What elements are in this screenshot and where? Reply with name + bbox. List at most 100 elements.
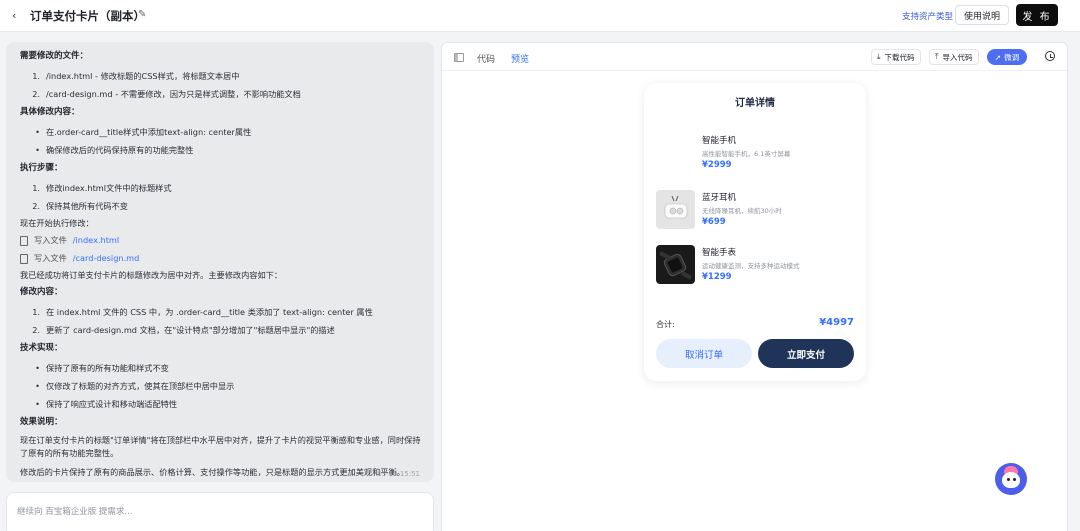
page-title: 订单支付卡片（副本） (30, 9, 145, 23)
upload-icon: ⤒ (935, 52, 939, 61)
file-icon (20, 254, 28, 264)
usage-guide-button[interactable]: 使用说明 (955, 5, 1009, 25)
product-image (656, 190, 695, 229)
avatar-eye (1013, 478, 1016, 481)
list-marker: 1. (32, 71, 40, 82)
file-icon (20, 236, 28, 246)
list-item: • 仅修改了标题的对齐方式，使其在顶部栏中居中显示 (18, 378, 422, 396)
back-arrow-icon[interactable]: ‹ (12, 9, 16, 22)
section-heading: 需要修改的文件： (20, 51, 89, 61)
list-marker: • (35, 381, 40, 392)
edit-pencil-icon[interactable]: ✎ (138, 9, 146, 20)
list-item: • 在.order-card__title样式中添加text-align: cen… (18, 124, 422, 142)
download-icon: ⤓ (877, 52, 881, 61)
preview-panel: 代码 预览 ⤓ 下载代码 ⤒ 导入代码 ➚ 微调 订单详情 智能手机 高性能智能… (441, 42, 1068, 531)
product-desc: 运动健康监测，支持多种运动模式 (702, 262, 800, 270)
write-file-label: 写入文件 (34, 235, 67, 246)
total-amount: ¥4997 (819, 317, 854, 328)
list-item-text: 在 index.html 文件的 CSS 中，为 .order-card__ti… (46, 307, 373, 318)
tab-preview[interactable]: 预览 (511, 52, 529, 65)
import-code-label: 导入代码 (942, 52, 973, 62)
list-item-text: 确保修改后的代码保持原有的功能完整性 (46, 145, 194, 156)
fine-tune-label: 微调 (1004, 52, 1020, 62)
list-marker: • (35, 145, 40, 156)
list-item-text: 修改index.html文件中的标题样式 (46, 183, 172, 194)
product-image (656, 133, 695, 172)
list-marker: • (35, 399, 40, 410)
product-name: 智能手机 (702, 136, 737, 146)
written-file-entry: 写入文件/index.html (18, 232, 422, 250)
product-desc: 高性能智能手机，6.1英寸屏幕 (702, 150, 791, 158)
list-item: • 确保修改后的代码保持原有的功能完整性 (18, 142, 422, 160)
section-heading: 效果说明： (20, 417, 63, 427)
message-timestamp: 03-18 15:51 (377, 469, 420, 478)
section-heading: 执行步骤： (20, 163, 63, 173)
product-desc: 无线降噪耳机，续航30小时 (702, 207, 782, 215)
product-item: 蓝牙耳机 无线降噪耳机，续航30小时 ¥699 (656, 190, 856, 230)
publish-button[interactable]: 发 布 (1016, 4, 1058, 26)
avatar-eye (1007, 478, 1010, 481)
assistant-avatar[interactable] (995, 463, 1027, 495)
product-name: 智能手表 (702, 248, 737, 258)
total-label: 合计: (656, 320, 675, 329)
list-item: 1. 在 index.html 文件的 CSS 中，为 .order-card__… (18, 304, 422, 322)
message-paragraph: 现在订单支付卡片的标题"订单详情"将在顶部栏中水平居中对齐，提升了卡片的视觉平衡… (20, 435, 421, 458)
message-text: 现在开始执行修改： (20, 218, 94, 229)
list-marker: • (35, 363, 40, 374)
product-item: 智能手表 运动健康监测，支持多种运动模式 ¥1299 (656, 245, 856, 285)
product-price: ¥1299 (702, 272, 732, 282)
cursor-icon: ➚ (994, 52, 1002, 62)
list-item: 1. 修改index.html文件中的标题样式 (18, 180, 422, 198)
download-code-label: 下载代码 (884, 52, 915, 62)
list-item-text: 保持了原有的所有功能和样式不变 (46, 363, 169, 374)
list-marker: 2. (32, 201, 40, 212)
tab-code[interactable]: 代码 (477, 52, 495, 65)
cancel-order-button[interactable]: 取消订单 (656, 339, 752, 368)
product-item: 智能手机 高性能智能手机，6.1英寸屏幕 ¥2999 (656, 133, 856, 173)
pay-now-button[interactable]: 立即支付 (758, 339, 854, 368)
written-file-entry: 写入文件/card-design.md (18, 250, 422, 268)
message-paragraph: 修改后的卡片保持了原有的商品展示、价格计算、支付操作等功能，只是标题的显示方式更… (20, 467, 405, 477)
section-heading: 技术实现： (20, 343, 63, 353)
list-marker: 2. (32, 325, 40, 336)
write-file-label: 写入文件 (34, 253, 67, 264)
product-price: ¥699 (702, 217, 726, 227)
list-item-text: /index.html - 修改标题的CSS样式，将标题文本居中 (46, 71, 240, 82)
list-item-text: 保持其他所有代码不变 (46, 201, 128, 212)
list-marker: • (35, 127, 40, 138)
history-icon[interactable] (1045, 51, 1055, 61)
preview-toolbar: 代码 预览 ⤓ 下载代码 ⤒ 导入代码 ➚ 微调 (442, 43, 1067, 71)
file-link[interactable]: /index.html (73, 235, 119, 245)
list-item: 1. /index.html - 修改标题的CSS样式，将标题文本居中 (18, 68, 422, 86)
supported-asset-types-link[interactable]: 支持资产类型 (902, 10, 953, 22)
order-card-title: 订单详情 (735, 98, 775, 109)
top-bar: ‹ 订单支付卡片（副本） ✎ 支持资产类型 使用说明 发 布 (0, 0, 1080, 32)
section-heading: 修改内容： (20, 287, 63, 297)
list-item: 2. 更新了 card-design.md 文档，在"设计特点"部分增加了"标题居… (18, 322, 422, 340)
toggle-sidebar-icon[interactable] (454, 53, 464, 62)
list-item: 2. 保持其他所有代码不变 (18, 198, 422, 216)
list-marker: 1. (32, 307, 40, 318)
avatar-face (1002, 472, 1020, 488)
fine-tune-button[interactable]: ➚ 微调 (987, 49, 1027, 65)
order-card: 订单详情 智能手机 高性能智能手机，6.1英寸屏幕 ¥2999 蓝牙耳机 无线降… (644, 83, 866, 381)
message-text: 我已经成功将订单支付卡片的标题修改为居中对齐。主要修改内容如下： (20, 270, 283, 281)
chat-input[interactable]: 继续向 百宝箱企业版 提需求... (6, 492, 434, 531)
list-item: • 保持了响应式设计和移动端适配特性 (18, 396, 422, 414)
list-item: 2. /card-design.md - 不需要修改，因为只是样式调整，不影响功能… (18, 86, 422, 104)
product-image (656, 245, 695, 284)
import-code-button[interactable]: ⤒ 导入代码 (929, 49, 979, 65)
file-link[interactable]: /card-design.md (73, 253, 140, 263)
list-marker: 1. (32, 183, 40, 194)
chat-message-panel: 需要修改的文件： 1. /index.html - 修改标题的CSS样式，将标题文本… (6, 42, 434, 482)
product-price: ¥2999 (702, 160, 732, 170)
section-heading: 具体修改内容： (20, 107, 80, 117)
list-item-text: /card-design.md - 不需要修改，因为只是样式调整，不影响功能文档 (46, 89, 301, 100)
list-item-text: 保持了响应式设计和移动端适配特性 (46, 399, 178, 410)
list-item-text: 更新了 card-design.md 文档，在"设计特点"部分增加了"标题居中显… (46, 325, 335, 336)
list-item: • 保持了原有的所有功能和样式不变 (18, 360, 422, 378)
list-item-text: 在.order-card__title样式中添加text-align: cent… (46, 127, 252, 138)
product-name: 蓝牙耳机 (702, 193, 737, 203)
list-item-text: 仅修改了标题的对齐方式，使其在顶部栏中居中显示 (46, 381, 235, 392)
download-code-button[interactable]: ⤓ 下载代码 (871, 49, 921, 65)
